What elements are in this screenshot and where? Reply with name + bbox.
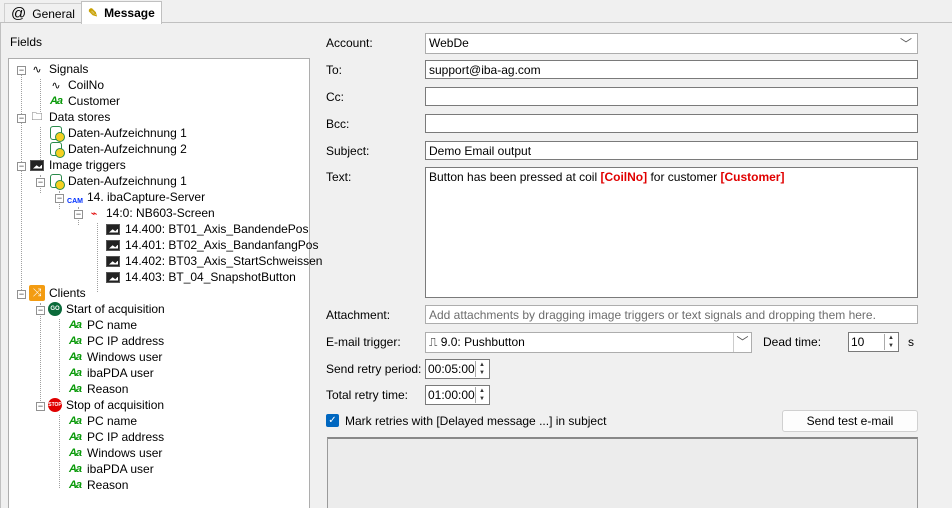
dead-time-unit: s [908, 335, 914, 349]
log-output-panel [327, 437, 918, 508]
text-label: Text: [326, 170, 352, 184]
tree-signal-coilno[interactable]: ∿ CoilNo [48, 77, 104, 93]
image-icon [105, 269, 121, 285]
account-select[interactable]: WebDe ﹀ [425, 33, 918, 54]
tree-client-field[interactable]: Aa Windows user [67, 445, 162, 461]
subject-label: Subject: [326, 144, 370, 158]
tree-client-field[interactable]: Aa ibaPDA user [67, 461, 154, 477]
bcc-input[interactable] [425, 114, 918, 133]
field-placeholder-coilno: [CoilNo] [600, 170, 648, 184]
datastore-icon [48, 173, 65, 190]
mark-retries-checkbox[interactable]: ✓ [326, 414, 339, 427]
to-input[interactable]: support@iba-ag.com [425, 60, 918, 79]
tree-stop-acquisition[interactable]: STOP Stop of acquisition [48, 397, 164, 413]
dead-time-label: Dead time: [763, 335, 822, 349]
text-body-input[interactable]: Button has been pressed at coil [CoilNo]… [425, 167, 918, 298]
attachment-drop-zone[interactable]: Add attachments by dragging image trigge… [425, 305, 918, 324]
text-signal-icon: Aa [68, 479, 82, 491]
text-signal-icon: Aa [68, 319, 82, 331]
text-signal-icon: Aa [68, 383, 82, 395]
tab-general[interactable]: @ General [4, 3, 82, 23]
tree-signals[interactable]: ∿ Signals [29, 61, 88, 77]
pulse-icon: ⎍ [429, 335, 441, 349]
tree-datastore-1[interactable]: Daten-Aufzeichnung 1 [48, 125, 187, 142]
tree-client-field[interactable]: Aa PC name [67, 413, 137, 429]
tree-screen[interactable]: ⌁ 14:0: NB603-Screen [86, 205, 215, 221]
chevron-down-icon: ﹀ [733, 333, 751, 352]
dead-time-spinner[interactable]: 10 ▲ ▼ [848, 332, 899, 352]
send-retry-label: Send retry period: [326, 362, 422, 376]
text-signal-icon: Aa [68, 351, 82, 363]
fields-tree[interactable]: − ∿ Signals ∿ CoilNo Aa Customer − 🗀 Data st… [8, 58, 322, 508]
tree-client-field[interactable]: Aa PC name [67, 317, 137, 333]
attachment-label: Attachment: [326, 308, 391, 322]
tree-capture-server[interactable]: CAM 14. ibaCapture-Server [67, 189, 205, 205]
text-signal-icon: Aa [68, 447, 82, 459]
datastore-icon [48, 125, 65, 142]
tree-image-item[interactable]: 14.401: BT02_Axis_BandanfangPos [105, 237, 318, 253]
chevron-down-icon: ﹀ [899, 37, 912, 51]
stop-icon: STOP [48, 398, 62, 412]
cc-input[interactable] [425, 87, 918, 106]
text-signal-icon: Aa [68, 431, 82, 443]
spinner-buttons[interactable]: ▲ ▼ [884, 334, 897, 350]
tree-client-field[interactable]: Aa ibaPDA user [67, 365, 154, 381]
clients-icon: ⤨ [29, 285, 45, 301]
total-retry-label: Total retry time: [326, 388, 409, 402]
tree-image-item[interactable]: 14.402: BT03_Axis_StartSchweissen [105, 253, 322, 269]
mark-retries-label: Mark retries with [Delayed message ...] … [345, 414, 607, 428]
at-icon: @ [11, 5, 27, 22]
signal-wave-icon: ∿ [51, 79, 61, 92]
text-signal-icon: Aa [68, 367, 82, 379]
image-icon [105, 221, 121, 237]
camera-server-icon: CAM [67, 198, 83, 205]
datastore-icon [48, 141, 65, 158]
send-test-email-button[interactable]: Send test e-mail [782, 410, 918, 432]
go-icon: GO [48, 302, 62, 316]
to-label: To: [326, 63, 343, 77]
fields-label: Fields [10, 35, 43, 49]
spinner-buttons[interactable]: ▲ ▼ [475, 361, 488, 377]
cc-label: Cc: [326, 90, 344, 104]
tree-image-datastore-1[interactable]: Daten-Aufzeichnung 1 [48, 173, 187, 190]
text-signal-icon: Aa [68, 463, 82, 475]
tree-image-item[interactable]: 14.403: BT_04_SnapshotButton [105, 269, 296, 285]
total-retry-spinner[interactable]: 01:00:00 ▲ ▼ [425, 385, 490, 405]
tree-datastore-2[interactable]: Daten-Aufzeichnung 2 [48, 141, 187, 158]
email-trigger-label: E-mail trigger: [326, 335, 401, 349]
account-label: Account: [326, 36, 373, 50]
send-retry-spinner[interactable]: 00:05:00 ▲ ▼ [425, 359, 490, 379]
camera-signal-icon: ⌁ [90, 207, 98, 220]
tree-data-stores[interactable]: 🗀 Data stores [29, 109, 111, 125]
tree-client-field[interactable]: Aa PC IP address [67, 333, 164, 349]
tree-client-field[interactable]: Aa Reason [67, 477, 128, 493]
email-trigger-select[interactable]: ⎍ 9.0: Pushbutton ﹀ [425, 332, 752, 353]
spinner-buttons[interactable]: ▲ ▼ [475, 387, 488, 403]
tree-image-triggers[interactable]: Image triggers [29, 157, 126, 173]
field-placeholder-customer: [Customer] [720, 170, 785, 184]
text-signal-icon: Aa [68, 335, 82, 347]
tree-image-item[interactable]: 14.400: BT01_Axis_BandendePos [105, 221, 308, 237]
signal-wave-icon: ∿ [32, 63, 42, 76]
tree-client-field[interactable]: Aa PC IP address [67, 429, 164, 445]
tree-clients[interactable]: ⤨ Clients [29, 285, 86, 301]
tree-client-field[interactable]: Aa Windows user [67, 349, 162, 365]
folder-icon: 🗀 [31, 110, 43, 123]
edit-icon: ✎ [88, 6, 99, 20]
tree-client-field[interactable]: Aa Reason [67, 381, 128, 397]
tab-message[interactable]: ✎ Message [81, 1, 162, 24]
image-icon [29, 157, 45, 173]
text-signal-icon: Aa [68, 415, 82, 427]
text-signal-icon: Aa [49, 95, 63, 107]
tree-signal-customer[interactable]: Aa Customer [48, 93, 120, 109]
image-icon [105, 253, 121, 269]
image-icon [105, 237, 121, 253]
bcc-label: Bcc: [326, 117, 350, 131]
subject-input[interactable]: Demo Email output [425, 141, 918, 160]
tree-start-acquisition[interactable]: GO Start of acquisition [48, 301, 165, 317]
